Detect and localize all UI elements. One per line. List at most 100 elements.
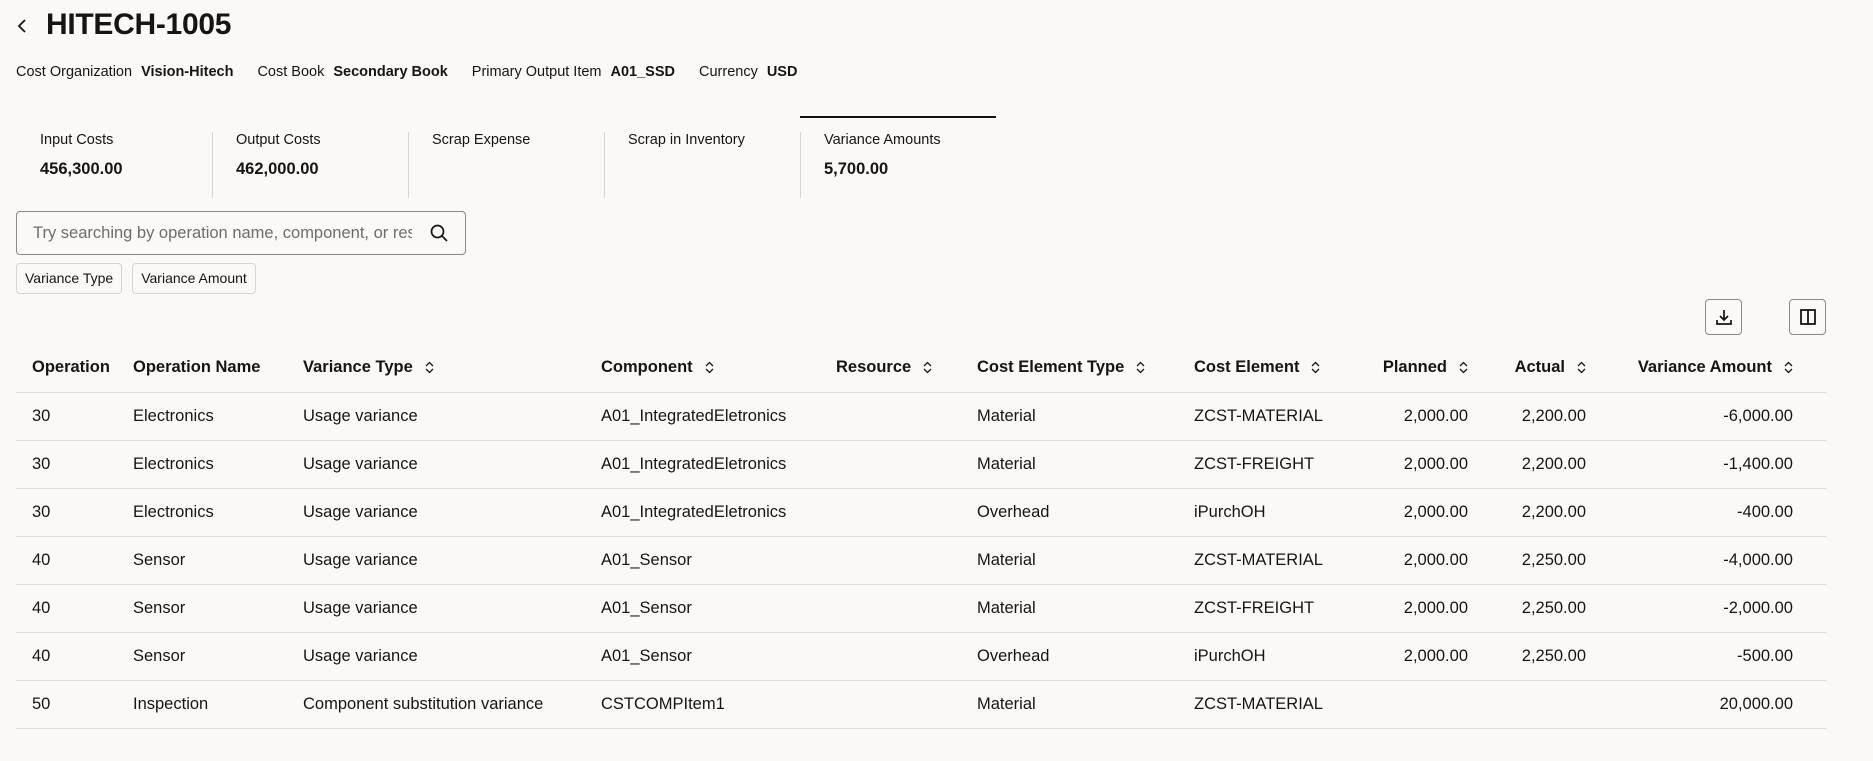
page-title: HITECH-1005 — [46, 8, 232, 41]
cell-cost-element: ZCST-MATERIAL — [1194, 680, 1374, 729]
cell-resource — [836, 632, 977, 681]
column-header-label: Cost Element — [1194, 357, 1300, 376]
cell-resource — [836, 488, 977, 537]
cell-component: A01_IntegratedEletronics — [601, 440, 836, 489]
table-row[interactable]: 50 Inspection Component substitution varia… — [16, 680, 1826, 729]
sort-icon[interactable] — [1577, 361, 1586, 374]
cell-variance-amount: 20,000.00 — [1586, 680, 1793, 729]
column-header-planned[interactable]: Planned — [1374, 343, 1468, 393]
filter-chip-variance-type[interactable]: Variance Type — [16, 263, 123, 294]
tab-input-costs[interactable]: Input Costs 456,300.00 — [16, 116, 212, 196]
row-spacer — [1793, 680, 1826, 729]
tab-output-costs[interactable]: Output Costs 462,000.00 — [212, 116, 408, 198]
column-header-label: Variance Type — [303, 357, 413, 376]
cell-component: A01_Sensor — [601, 584, 836, 633]
row-spacer — [1793, 392, 1826, 441]
cell-variance-type: Usage variance — [303, 632, 601, 681]
cell-cost-element-type: Material — [977, 536, 1194, 585]
tab-variance-amounts[interactable]: Variance Amounts 5,700.00 — [800, 116, 996, 198]
sort-icon[interactable] — [705, 361, 714, 374]
row-spacer — [1793, 584, 1826, 633]
cell-operation-name: Sensor — [133, 632, 303, 681]
sort-icon[interactable] — [1311, 361, 1320, 374]
cell-cost-element-type: Material — [977, 680, 1194, 729]
cell-variance-amount: -4,000.00 — [1586, 536, 1793, 585]
cell-cost-element-type: Material — [977, 584, 1194, 633]
cell-cost-element-type: Material — [977, 440, 1194, 489]
cell-operation: 40 — [16, 536, 133, 585]
cell-operation: 30 — [16, 392, 133, 441]
sort-icon[interactable] — [425, 361, 434, 374]
table-row[interactable]: 30 Electronics Usage variance A01_Integrate… — [16, 392, 1826, 441]
table-row[interactable]: 30 Electronics Usage variance A01_Integrate… — [16, 440, 1826, 489]
cell-variance-amount: -6,000.00 — [1586, 392, 1793, 441]
row-spacer — [1793, 632, 1826, 681]
tab-label: Output Costs — [236, 132, 321, 148]
row-spacer — [1793, 440, 1826, 489]
cell-variance-amount: -1,400.00 — [1586, 440, 1793, 489]
column-header-variance-amount[interactable]: Variance Amount — [1586, 343, 1793, 393]
cell-component: A01_IntegratedEletronics — [601, 392, 836, 441]
cell-cost-element: iPurchOH — [1194, 488, 1374, 537]
cell-component: A01_IntegratedEletronics — [601, 488, 836, 537]
back-button[interactable] — [12, 14, 34, 38]
sort-icon[interactable] — [1136, 361, 1145, 374]
columns-icon — [1799, 309, 1816, 325]
download-button[interactable] — [1705, 299, 1742, 335]
table-row[interactable]: 40 Sensor Usage variance A01_Sensor Material… — [16, 536, 1826, 585]
column-header-label: Actual — [1514, 357, 1565, 376]
header-meta: Cost Organization Vision-Hitech Cost Book S… — [16, 64, 797, 80]
search-input[interactable] — [17, 223, 412, 243]
tab-scrap-expense[interactable]: Scrap Expense — [408, 116, 604, 198]
sort-icon[interactable] — [1784, 361, 1793, 374]
column-header-operation-name: Operation Name — [133, 343, 303, 393]
column-header-label: Component — [601, 357, 693, 376]
download-icon — [1715, 310, 1732, 325]
column-header-actual[interactable]: Actual — [1468, 343, 1586, 393]
meta-value: A01_SSD — [610, 64, 675, 80]
cell-operation-name: Electronics — [133, 488, 303, 537]
table-row[interactable]: 30 Electronics Usage variance A01_Integrate… — [16, 488, 1826, 537]
row-spacer — [1793, 488, 1826, 537]
sort-icon[interactable] — [923, 361, 932, 374]
cell-variance-type: Usage variance — [303, 488, 601, 537]
cell-planned: 2,000.00 — [1374, 632, 1468, 681]
cell-actual: 2,200.00 — [1468, 488, 1586, 537]
search-icon[interactable] — [429, 223, 449, 243]
cell-resource — [836, 584, 977, 633]
meta-item: Cost Organization Vision-Hitech — [16, 64, 233, 80]
tab-label: Input Costs — [40, 132, 114, 148]
meta-value: Vision-Hitech — [141, 64, 234, 80]
column-header-label: Operation Name — [133, 357, 261, 376]
column-layout-button[interactable] — [1789, 299, 1826, 335]
column-header-component[interactable]: Component — [601, 343, 836, 393]
column-header-label: Resource — [836, 357, 912, 376]
cell-resource — [836, 392, 977, 441]
sort-icon[interactable] — [1459, 361, 1468, 374]
cell-resource — [836, 536, 977, 585]
cell-variance-type: Usage variance — [303, 440, 601, 489]
table-row[interactable]: 40 Sensor Usage variance A01_Sensor Material… — [16, 584, 1826, 633]
cell-operation-name: Sensor — [133, 536, 303, 585]
meta-label: Primary Output Item — [471, 64, 602, 80]
column-header-resource[interactable]: Resource — [836, 343, 977, 393]
cell-resource — [836, 440, 977, 489]
meta-label: Currency — [699, 64, 758, 80]
tab-scrap-in-inventory[interactable]: Scrap in Inventory — [604, 116, 800, 198]
cell-actual — [1468, 680, 1586, 729]
cell-cost-element: ZCST-MATERIAL — [1194, 392, 1374, 441]
column-header-cost-element[interactable]: Cost Element — [1194, 343, 1374, 393]
table-row[interactable]: 40 Sensor Usage variance A01_Sensor Overhead… — [16, 632, 1826, 681]
column-header-cost-element-type[interactable]: Cost Element Type — [977, 343, 1194, 393]
cell-planned: 2,000.00 — [1374, 488, 1468, 537]
cell-cost-element: iPurchOH — [1194, 632, 1374, 681]
filter-chip-variance-amount[interactable]: Variance Amount — [132, 263, 256, 294]
meta-label: Cost Book — [257, 64, 325, 80]
cell-operation-name: Electronics — [133, 440, 303, 489]
column-header-variance-type[interactable]: Variance Type — [303, 343, 601, 393]
tab-label: Scrap in Inventory — [628, 132, 745, 148]
cell-component: A01_Sensor — [601, 536, 836, 585]
tab-value: 456,300.00 — [40, 160, 123, 178]
cell-actual: 2,200.00 — [1468, 392, 1586, 441]
variance-table: Operation Operation Name Variance Type Comp… — [16, 343, 1826, 729]
